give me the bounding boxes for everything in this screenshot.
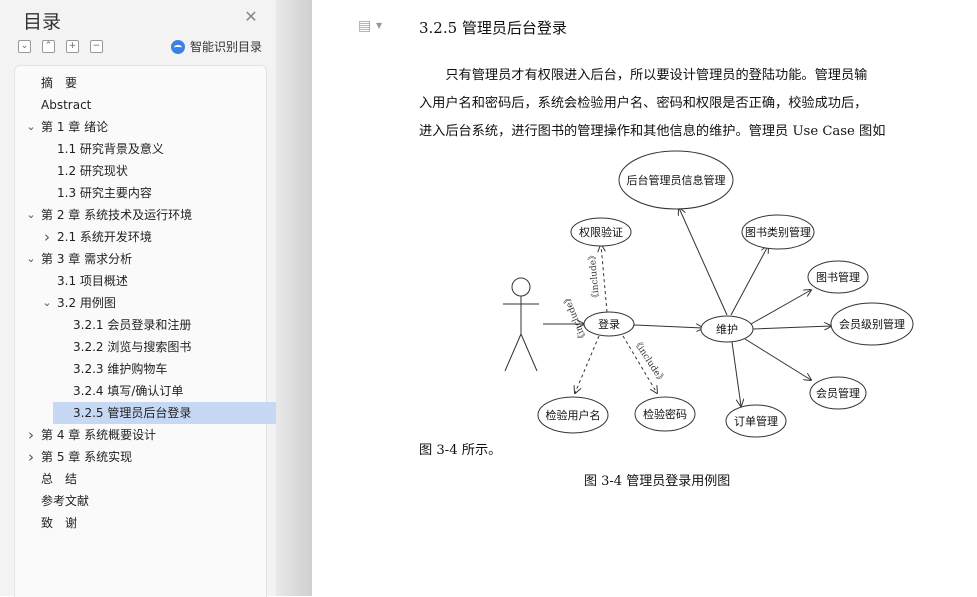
toc-item-label: Abstract xyxy=(41,98,92,112)
usecase-label: 会员管理 xyxy=(816,386,860,400)
usecase-label: 图书类别管理 xyxy=(745,225,811,239)
toc-item[interactable]: ⌄ 第 3 章 需求分析 xyxy=(26,248,133,270)
toc-item[interactable]: 总 结 xyxy=(41,468,77,490)
toc-item-label: 1.3 研究主要内容 xyxy=(57,186,152,200)
add-icon[interactable]: + xyxy=(66,40,79,53)
collapse-all-icon[interactable]: ⌄ xyxy=(18,40,31,53)
include-label: 《include》 xyxy=(560,292,589,344)
toc-item-label: 第 4 章 系统概要设计 xyxy=(41,428,157,442)
toc-item-label: 总 结 xyxy=(41,472,78,486)
toc-item[interactable]: 3.2.2 浏览与搜索图书 xyxy=(73,336,191,358)
paragraph-line: 图 3-4 所示。 xyxy=(419,443,502,458)
toc-item-label: 第 2 章 系统技术及运行环境 xyxy=(41,208,193,222)
usecase-label: 图书管理 xyxy=(816,270,860,284)
toc-list: 摘 要 Abstract ⌄ 第 1 章 绪论 1.1 研究背景及意义 1.2 研究现状 1… xyxy=(14,65,277,597)
toc-item[interactable]: › 2.1 系统开发环境 xyxy=(44,226,152,248)
toc-item[interactable]: 1.1 研究背景及意义 xyxy=(57,138,164,160)
smart-toc-button[interactable]: 智能识别目录 xyxy=(171,38,262,55)
toc-sidebar: 目录 ✕ ⌄ ⌃ + − 智能识别目录 摘 要 Abstract ⌄ 第 1 章 绪论… xyxy=(0,0,277,597)
toc-item-label: 第 5 章 系统实现 xyxy=(41,450,133,464)
toc-item[interactable]: 3.2.4 填写/确认订单 xyxy=(73,380,183,402)
toc-item-label: 3.2.4 填写/确认订单 xyxy=(73,384,184,398)
chevron-down-icon[interactable]: ▼ xyxy=(376,21,382,30)
toc-item-label: 3.2.5 管理员后台登录 xyxy=(73,406,192,420)
usecase-label: 订单管理 xyxy=(734,414,778,428)
usecase-label: 后台管理员信息管理 xyxy=(627,173,726,187)
toc-item[interactable]: 3.2.1 会员登录和注册 xyxy=(73,314,191,336)
edge-book-category xyxy=(730,246,768,316)
toc-item[interactable]: 3.2.5 管理员后台登录 xyxy=(53,402,277,424)
chevron-down-icon[interactable]: ⌄ xyxy=(41,292,53,314)
toc-item-label: 3.2.3 维护购物车 xyxy=(73,362,168,376)
admin-actor xyxy=(503,277,539,372)
toc-item[interactable]: 1.3 研究主要内容 xyxy=(57,182,152,204)
toc-item[interactable]: 致 谢 xyxy=(41,512,77,534)
remove-icon[interactable]: − xyxy=(90,40,103,53)
include-label: 《include》 xyxy=(587,250,602,302)
toc-title: 目录 xyxy=(23,11,62,33)
paragraph-line: 入用户名和密码后，系统会检验用户名、密码和权限是否正确，校验成功后， xyxy=(419,96,868,111)
toc-item-label: 1.1 研究背景及意义 xyxy=(57,142,164,156)
toc-item[interactable]: › 第 4 章 系统概要设计 xyxy=(28,424,157,446)
usecase-label: 维护 xyxy=(716,322,738,336)
paragraph-line: 进入后台系统，进行图书的管理操作和其他信息的维护。管理员 Use Case 图如 xyxy=(419,124,886,139)
toc-item-label: 3.2 用例图 xyxy=(57,296,116,310)
expand-up-icon[interactable]: ⌃ xyxy=(42,40,55,53)
toc-item-label: 第 3 章 需求分析 xyxy=(41,252,133,266)
chevron-down-icon[interactable]: ⌄ xyxy=(25,116,37,138)
usecase-label: 检验用户名 xyxy=(546,408,601,422)
toc-item[interactable]: ⌄ 第 1 章 绪论 xyxy=(26,116,109,138)
include-label: 《include》 xyxy=(630,337,667,386)
use-case-diagram: 《include》 《include》 《include》 登录 维护 权限验证… xyxy=(503,150,914,438)
usecase-label: 登录 xyxy=(598,317,620,331)
toc-item[interactable]: 摘 要 xyxy=(41,72,77,94)
toc-item-label: 致 谢 xyxy=(41,516,78,530)
paragraph-line: 只有管理员才有权限进入后台，所以要设计管理员的登陆功能。管理员输 xyxy=(419,68,868,83)
toc-item[interactable]: 3.1 项目概述 xyxy=(57,270,128,292)
chevron-down-icon[interactable]: ⌄ xyxy=(25,248,37,270)
figure-caption: 图 3-4 管理员登录用例图 xyxy=(584,474,731,489)
document-icon[interactable]: ▤ xyxy=(358,18,371,34)
toc-item-label: 2.1 系统开发环境 xyxy=(57,230,152,244)
toc-item-label: 3.2.2 浏览与搜索图书 xyxy=(73,340,192,354)
smart-toc-label: 智能识别目录 xyxy=(190,40,263,54)
toc-item[interactable]: 3.2.3 维护购物车 xyxy=(73,358,167,380)
edge-member-level xyxy=(752,326,831,329)
toc-item[interactable]: 参考文献 xyxy=(41,490,89,512)
edge-admin-info xyxy=(679,208,728,316)
usecase-label: 检验密码 xyxy=(643,407,687,421)
section-heading: 3.2.5 管理员后台登录 xyxy=(419,19,567,37)
usecase-label: 会员级别管理 xyxy=(839,317,905,331)
edge-include-user xyxy=(575,335,600,393)
toc-item-label: 1.2 研究现状 xyxy=(57,164,128,178)
chevron-down-icon[interactable]: ⌄ xyxy=(25,204,37,226)
toc-item-label: 3.1 项目概述 xyxy=(57,274,128,288)
toc-item-label: 3.2.1 会员登录和注册 xyxy=(73,318,192,332)
close-icon[interactable]: ✕ xyxy=(243,9,259,25)
ai-icon xyxy=(171,39,185,54)
chevron-right-icon[interactable]: › xyxy=(41,226,53,248)
panel-divider[interactable] xyxy=(276,0,312,596)
edge-order-mgmt xyxy=(731,341,741,406)
toc-item[interactable]: › 第 5 章 系统实现 xyxy=(28,446,133,468)
toc-item[interactable]: Abstract xyxy=(41,94,91,116)
toc-item-label: 第 1 章 绪论 xyxy=(41,120,109,134)
toc-item-label: 摘 要 xyxy=(41,76,78,90)
chevron-right-icon[interactable]: › xyxy=(25,424,37,446)
edge-book-mgmt xyxy=(750,290,811,325)
edge-member-mgmt xyxy=(744,338,811,380)
chevron-right-icon[interactable]: › xyxy=(25,446,37,468)
toc-item[interactable]: 1.2 研究现状 xyxy=(57,160,128,182)
edge-login-maintain xyxy=(633,325,703,328)
usecase-label: 权限验证 xyxy=(579,225,623,239)
toc-item[interactable]: ⌄ 3.2 用例图 xyxy=(42,292,116,314)
toc-item[interactable]: ⌄ 第 2 章 系统技术及运行环境 xyxy=(26,204,193,226)
toc-item-label: 参考文献 xyxy=(41,494,90,508)
